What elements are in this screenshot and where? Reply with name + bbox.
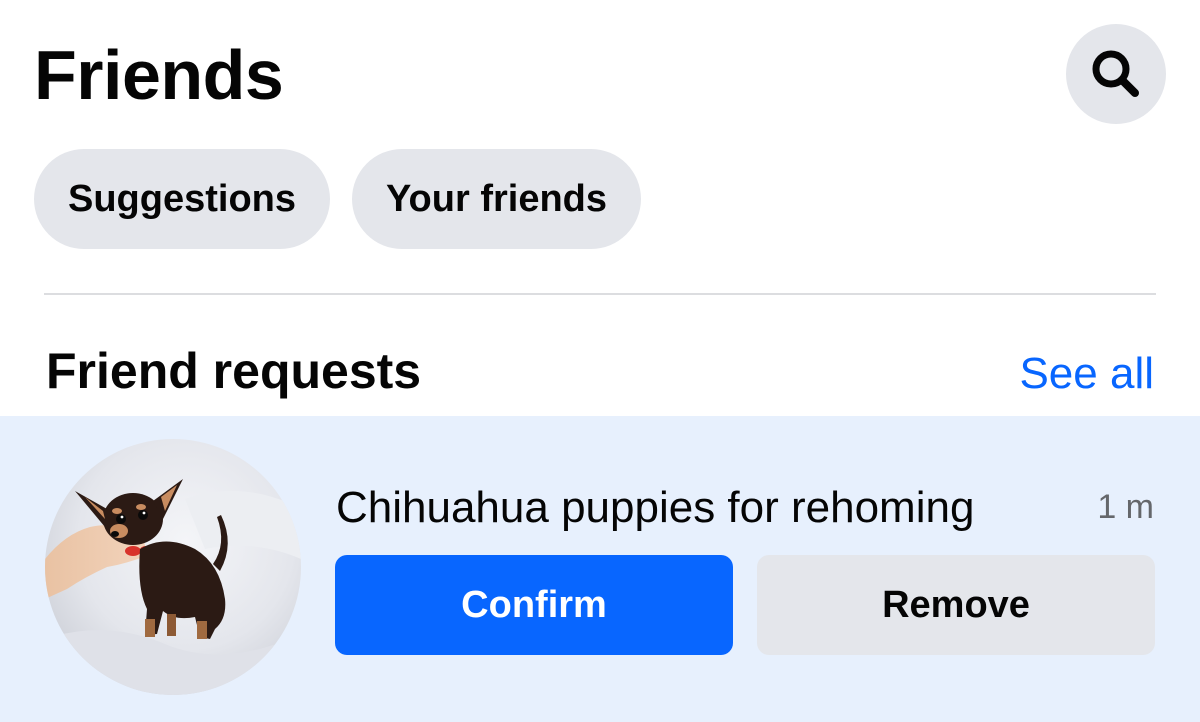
friend-requests-heading: Friend requests bbox=[46, 343, 422, 399]
avatar[interactable] bbox=[45, 439, 301, 695]
remove-button[interactable]: Remove bbox=[757, 555, 1155, 655]
suggestions-chip[interactable]: Suggestions bbox=[34, 149, 331, 249]
friends-page: Friends Suggestions Your friends Friend … bbox=[0, 0, 1200, 722]
search-icon bbox=[1086, 44, 1146, 104]
friends-filter-chips: Suggestions Your friends bbox=[34, 149, 642, 249]
confirm-button[interactable]: Confirm bbox=[335, 555, 733, 655]
chihuahua-puppy-photo bbox=[45, 439, 301, 695]
friend-request-item: Chihuahua puppies for rehoming 1 m Confi… bbox=[0, 416, 1200, 722]
request-name[interactable]: Chihuahua puppies for rehoming bbox=[336, 480, 974, 536]
page-title: Friends bbox=[34, 36, 284, 114]
divider bbox=[44, 293, 1156, 295]
search-button[interactable] bbox=[1066, 24, 1166, 124]
request-timestamp: 1 m bbox=[1097, 488, 1154, 526]
your-friends-chip[interactable]: Your friends bbox=[352, 149, 642, 249]
see-all-link[interactable]: See all bbox=[1019, 345, 1154, 403]
